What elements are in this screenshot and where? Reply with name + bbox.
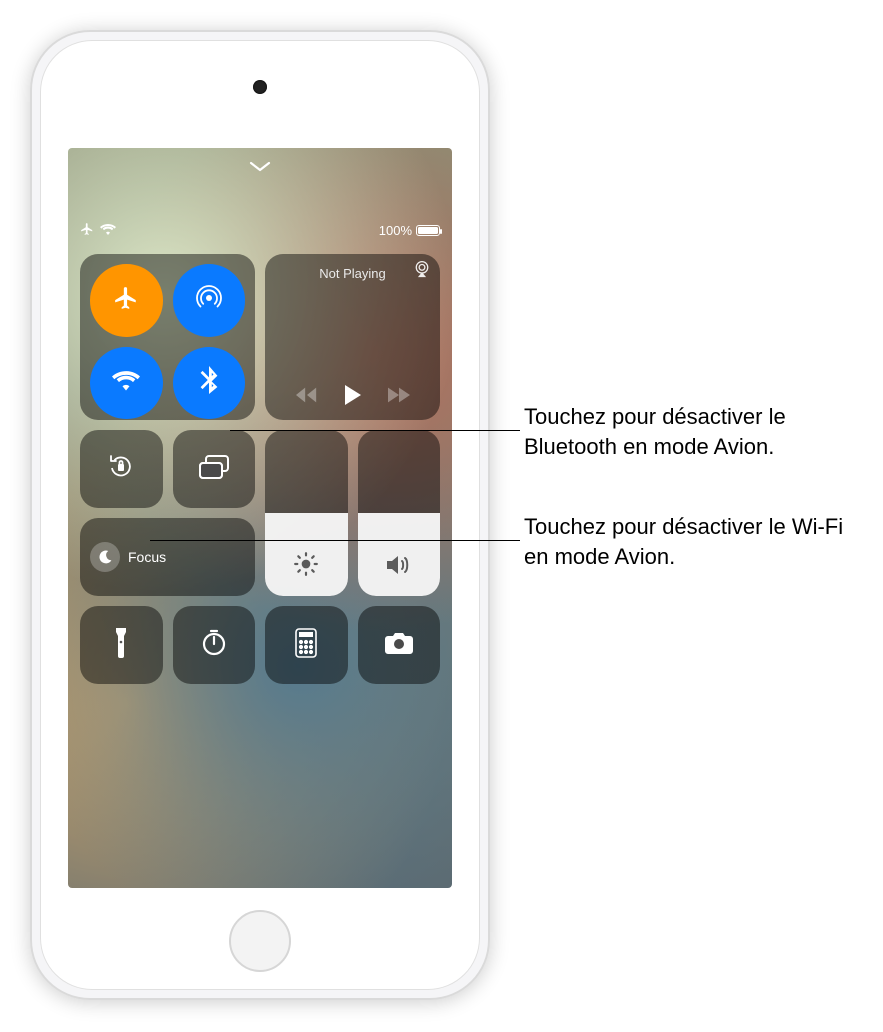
device-frame: 100%	[30, 30, 490, 1000]
focus-label: Focus	[128, 549, 166, 565]
timer-icon	[200, 629, 228, 662]
calculator-icon	[295, 628, 317, 663]
callout-line-bluetooth	[230, 430, 520, 431]
screen: 100%	[68, 148, 452, 888]
bluetooth-toggle[interactable]	[173, 347, 246, 420]
focus-button[interactable]: Focus	[80, 518, 255, 596]
brightness-slider[interactable]	[265, 430, 348, 596]
now-playing-module[interactable]: Not Playing	[265, 254, 440, 420]
airplane-mode-toggle[interactable]	[90, 264, 163, 337]
chevron-down-icon[interactable]	[249, 160, 271, 179]
callout-bluetooth: Touchez pour désactiver le Bluetooth en …	[524, 402, 874, 461]
callout-wifi: Touchez pour désactiver le Wi-Fi en mode…	[524, 512, 864, 571]
wifi-icon	[112, 369, 140, 396]
volume-slider[interactable]	[358, 430, 441, 596]
camera-button[interactable]	[358, 606, 441, 684]
airplay-icon[interactable]	[412, 260, 432, 283]
forward-button[interactable]	[388, 387, 410, 408]
control-center: Not Playing	[80, 254, 440, 684]
airplane-icon	[113, 285, 139, 316]
wifi-status-icon	[100, 223, 116, 238]
battery-icon	[416, 225, 440, 236]
status-bar: 100%	[80, 222, 440, 239]
front-camera	[253, 80, 267, 94]
volume-icon	[385, 553, 413, 582]
calculator-button[interactable]	[265, 606, 348, 684]
screen-mirroring-icon	[198, 454, 230, 485]
play-button[interactable]	[344, 385, 362, 410]
battery-percent: 100%	[379, 223, 412, 238]
camera-icon	[384, 631, 414, 660]
airdrop-icon	[195, 284, 223, 317]
wifi-toggle[interactable]	[90, 347, 163, 420]
rotation-lock-button[interactable]	[80, 430, 163, 508]
rewind-button[interactable]	[296, 387, 318, 408]
connectivity-module	[80, 254, 255, 420]
airplane-status-icon	[80, 222, 94, 239]
bluetooth-icon	[200, 366, 218, 399]
brightness-icon	[293, 551, 319, 582]
callout-line-wifi	[150, 540, 520, 541]
screen-mirroring-button[interactable]	[173, 430, 256, 508]
timer-button[interactable]	[173, 606, 256, 684]
rotation-lock-icon	[106, 452, 136, 487]
moon-icon	[90, 542, 120, 572]
home-button[interactable]	[229, 910, 291, 972]
flashlight-icon	[113, 628, 129, 663]
flashlight-button[interactable]	[80, 606, 163, 684]
airdrop-toggle[interactable]	[173, 264, 246, 337]
now-playing-title: Not Playing	[319, 266, 385, 281]
